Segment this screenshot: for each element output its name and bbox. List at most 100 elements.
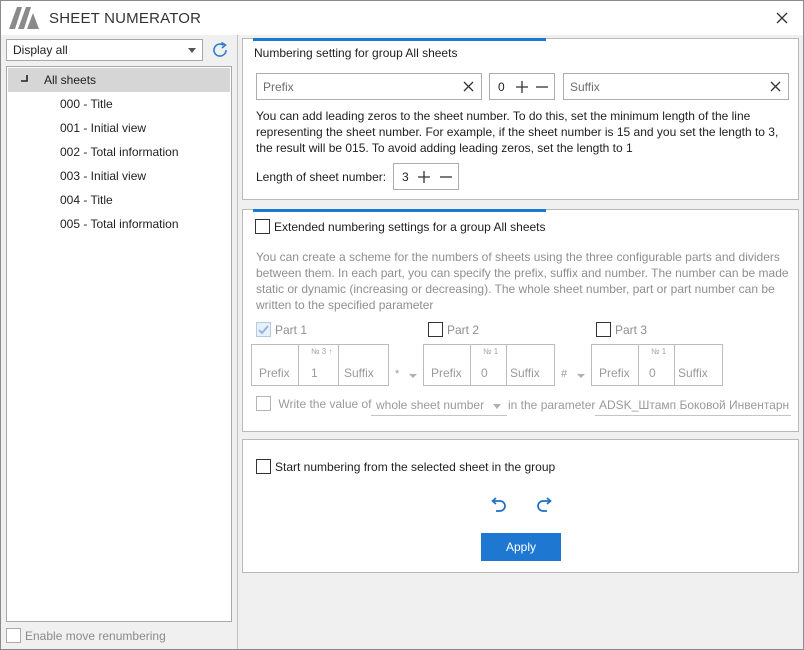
part-prefix-label: Prefix — [259, 366, 290, 380]
part-1-suffix[interactable]: Suffix — [339, 345, 388, 385]
enable-move-checkbox[interactable] — [6, 628, 21, 644]
length-label: Length of sheet number: — [256, 170, 387, 184]
numbering-description: You can add leading zeros to the sheet n… — [256, 108, 778, 156]
part-1-number[interactable]: № 3 ↑ 1 — [299, 345, 339, 385]
tree-item[interactable]: 005 - Total information — [60, 217, 179, 237]
tree-item[interactable]: 003 - Initial view — [60, 169, 146, 189]
tree-item[interactable]: 000 - Title — [60, 97, 113, 117]
display-filter-select[interactable]: Display all — [6, 39, 203, 61]
redo-icon[interactable] — [534, 494, 556, 516]
start-from-selected-label: Start numbering from the selected sheet … — [275, 459, 556, 474]
description-line: between them. In each part, you can spec… — [256, 266, 789, 280]
minus-icon[interactable] — [534, 79, 550, 95]
clear-prefix-icon[interactable] — [462, 80, 475, 93]
tree-item[interactable]: 004 - Title — [60, 193, 113, 213]
start-from-selected-toggle[interactable]: Start numbering from the selected sheet … — [256, 459, 556, 475]
tree-item[interactable]: 002 - Total information — [60, 145, 179, 165]
extended-numbering-toggle[interactable]: Extended numbering settings for a group … — [255, 219, 546, 235]
part-2-prefix[interactable]: Prefix — [424, 345, 471, 385]
enable-move-label: Enable move renumbering — [25, 628, 166, 643]
extended-numbering-section: Extended numbering settings for a group … — [242, 209, 799, 432]
sheet-tree: All sheets 000 - Title 001 - Initial vie… — [6, 66, 232, 622]
part-1-label: Part 1 — [275, 322, 308, 337]
part-3-box: Prefix № 1 0 Suffix — [591, 344, 723, 386]
numbering-section-title: Numbering setting for group All sheets — [254, 46, 458, 60]
part-prefix-label: Prefix — [599, 366, 630, 380]
plus-icon[interactable] — [416, 169, 432, 185]
enable-move-renumbering[interactable]: Enable move renumbering — [6, 628, 166, 644]
part-1-box: Prefix № 3 ↑ 1 Suffix — [251, 344, 389, 386]
write-value-select-value: whole sheet number — [376, 398, 485, 412]
part-3-checkbox[interactable] — [596, 322, 611, 338]
write-value-select[interactable]: whole sheet number — [371, 396, 507, 416]
suffix-input[interactable]: Suffix — [563, 73, 789, 100]
chevron-down-icon — [493, 404, 501, 409]
part-3-suffix[interactable]: Suffix — [675, 345, 722, 385]
part-2-number[interactable]: № 1 0 — [471, 345, 507, 385]
length-value: 3 — [402, 170, 409, 184]
description-line: static or dynamic (increasing or decreas… — [256, 282, 775, 296]
part-suffix-label: Suffix — [678, 366, 708, 380]
app-title: SHEET NUMERATOR — [49, 10, 202, 27]
prefix-input[interactable]: Prefix — [256, 73, 482, 100]
prefix-placeholder: Prefix — [263, 80, 294, 94]
part-number-value: 0 — [481, 366, 488, 380]
part-number-caption: № 1 — [483, 347, 499, 356]
undo-icon[interactable] — [487, 494, 509, 516]
description-line: representing the sheet number. For examp… — [256, 125, 779, 139]
extended-description: You can create a scheme for the numbers … — [256, 249, 789, 313]
part-1-prefix[interactable]: Prefix — [252, 345, 299, 385]
part-3-label: Part 3 — [615, 322, 648, 337]
extended-section-title: Extended numbering settings for a group … — [274, 219, 546, 234]
part-1-checkbox[interactable] — [256, 322, 271, 338]
collapse-icon[interactable] — [21, 75, 29, 83]
part-2-checkbox[interactable] — [428, 322, 443, 338]
write-value-checkbox[interactable] — [256, 396, 271, 412]
part-2-toggle[interactable]: Part 2 — [428, 322, 479, 338]
divider-2-value[interactable]: # — [561, 368, 567, 380]
close-icon[interactable] — [773, 9, 791, 27]
extended-numbering-checkbox[interactable] — [255, 219, 270, 235]
part-3-prefix[interactable]: Prefix — [592, 345, 639, 385]
part-number-caption: № 1 — [651, 347, 667, 356]
number-stepper[interactable]: 0 — [489, 73, 555, 100]
part-3-number[interactable]: № 1 0 — [639, 345, 675, 385]
in-parameter-label: in the parameter — [508, 398, 596, 412]
chevron-down-icon — [188, 48, 196, 53]
section-accent — [253, 38, 546, 41]
apply-button[interactable]: Apply — [481, 533, 561, 561]
display-filter-value: Display all — [13, 43, 68, 57]
left-panel: Display all All sheets 000 - Title 001 -… — [1, 35, 237, 649]
description-line: the result will be 015. To avoid adding … — [256, 141, 633, 155]
tree-root-label: All sheets — [44, 73, 97, 87]
description-line: written to the specified parameter — [256, 298, 434, 312]
panel-splitter[interactable] — [237, 35, 239, 649]
part-3-toggle[interactable]: Part 3 — [596, 322, 648, 338]
length-stepper[interactable]: 3 — [393, 163, 459, 190]
number-value: 0 — [498, 80, 505, 94]
description-line: You can create a scheme for the numbers … — [256, 250, 780, 264]
clear-suffix-icon[interactable] — [769, 80, 782, 93]
refresh-icon[interactable] — [209, 39, 231, 61]
part-suffix-label: Suffix — [344, 366, 374, 380]
actions-section: Start numbering from the selected sheet … — [242, 439, 799, 573]
plus-icon[interactable] — [514, 79, 530, 95]
part-1-toggle[interactable]: Part 1 — [256, 322, 308, 338]
divider-1-value[interactable]: * — [395, 368, 399, 380]
parameter-input[interactable]: ADSK_Штамп Боковой Инвентарн — [595, 396, 791, 416]
start-from-selected-checkbox[interactable] — [256, 459, 271, 475]
suffix-placeholder: Suffix — [570, 80, 600, 94]
write-value-toggle[interactable]: Write the value of — [256, 396, 372, 412]
part-suffix-label: Suffix — [510, 366, 540, 380]
tree-root-all-sheets[interactable]: All sheets — [8, 68, 230, 92]
part-number-value: 1 — [311, 366, 318, 380]
part-number-value: 0 — [649, 366, 656, 380]
section-accent — [253, 209, 546, 212]
part-2-suffix[interactable]: Suffix — [507, 345, 554, 385]
part-prefix-label: Prefix — [431, 366, 462, 380]
tree-item[interactable]: 001 - Initial view — [60, 121, 146, 141]
description-line: You can add leading zeros to the sheet n… — [256, 109, 751, 123]
chevron-down-icon[interactable] — [409, 374, 417, 378]
minus-icon[interactable] — [438, 169, 454, 185]
chevron-down-icon[interactable] — [577, 374, 585, 378]
